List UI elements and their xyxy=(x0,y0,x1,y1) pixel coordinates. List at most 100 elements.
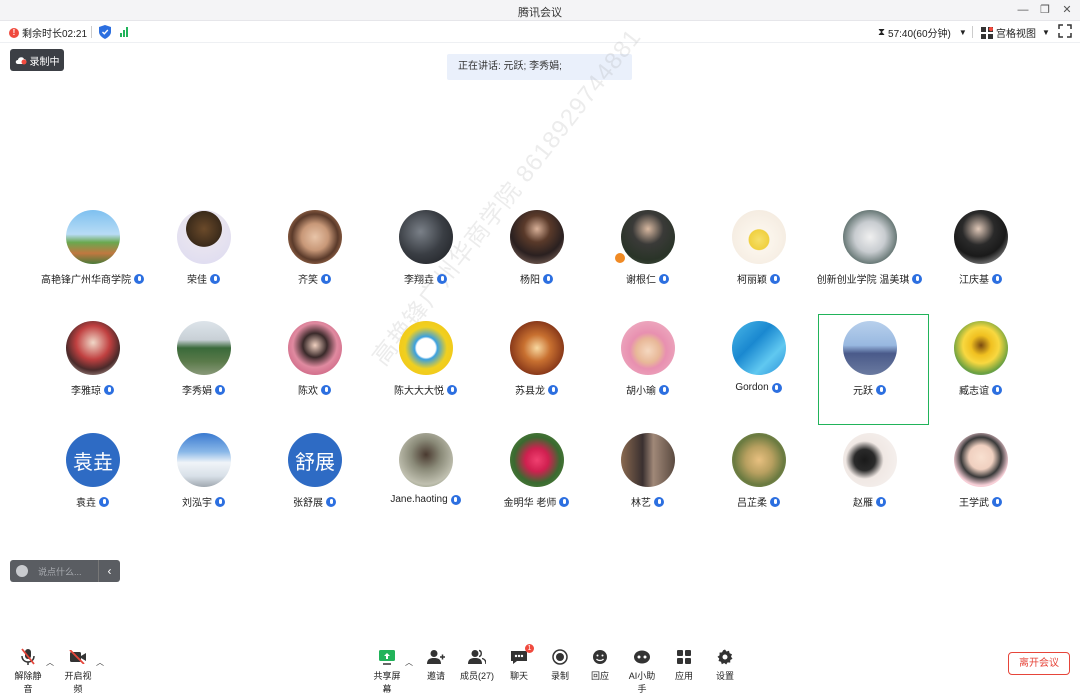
participant-tile[interactable]: 吕芷柔 xyxy=(703,433,814,544)
avatar xyxy=(843,321,897,375)
participant-name: 吕芷柔 xyxy=(737,498,767,509)
participant-tile[interactable]: 陈欢 xyxy=(259,321,370,432)
video-off-icon xyxy=(69,650,86,664)
minimize-button[interactable]: — xyxy=(1014,2,1032,18)
mic-icon xyxy=(654,496,664,507)
participant-tile[interactable]: 高艳锋广州华商学院 xyxy=(37,210,148,321)
reaction-button[interactable]: 回应 xyxy=(583,648,617,682)
participant-tile[interactable]: 荣佳 xyxy=(148,210,259,321)
remaining-time: ! 剩余时长02:21 xyxy=(9,25,87,40)
gear-icon xyxy=(717,649,733,665)
avatar xyxy=(288,210,342,264)
participant-tile[interactable]: 赵雁 xyxy=(814,433,925,544)
share-screen-button[interactable]: 共享屏幕 xyxy=(370,648,404,695)
participant-tile[interactable]: 林艺 xyxy=(592,433,703,544)
participant-tile[interactable]: 李秀娟 xyxy=(148,321,259,432)
video-button[interactable]: 开启视频 xyxy=(61,648,95,695)
participant-tile[interactable]: 江庆基 xyxy=(925,210,1036,321)
restore-button[interactable]: ❐ xyxy=(1036,2,1054,18)
participant-name: 荣佳 xyxy=(187,275,207,286)
participant-name: 柯丽颖 xyxy=(737,275,767,286)
emoji-icon[interactable] xyxy=(16,565,28,577)
unmute-button[interactable]: 解除静音 xyxy=(11,648,45,695)
record-button[interactable]: 录制 xyxy=(543,648,577,682)
participant-name: 林艺 xyxy=(631,498,651,509)
participant-tile[interactable]: 李翔垚 xyxy=(370,210,481,321)
avatar xyxy=(510,210,564,264)
chat-input[interactable]: 说点什么... xyxy=(38,565,98,578)
participant-name: 王学武 xyxy=(959,498,989,509)
recording-badge[interactable]: 录制中 xyxy=(10,49,64,71)
apps-button[interactable]: 应用 xyxy=(667,648,701,682)
signal-icon[interactable] xyxy=(120,26,128,37)
meeting-timer[interactable]: ⧗ 57:40(60分钟) ▼ xyxy=(878,25,967,40)
participant-name: 金明华 老师 xyxy=(503,498,557,509)
window-title: 腾讯会议 xyxy=(518,7,562,19)
mic-icon xyxy=(992,384,1002,395)
participant-tile[interactable]: 陈大大大悦 xyxy=(370,321,481,432)
divider xyxy=(972,26,973,38)
chevron-left-icon[interactable]: ‹ xyxy=(98,560,120,582)
avatar xyxy=(399,210,453,264)
participant-tile[interactable]: 李雅琼 xyxy=(37,321,148,432)
chevron-down-icon: ▼ xyxy=(958,28,967,37)
view-selector[interactable]: 宫格视图 ▼ xyxy=(981,25,1050,40)
close-button[interactable]: ✕ xyxy=(1058,2,1076,18)
grid-view-icon xyxy=(981,26,993,39)
shield-icon[interactable] xyxy=(99,25,111,39)
fullscreen-icon[interactable] xyxy=(1058,24,1072,38)
mic-icon xyxy=(210,273,220,284)
participant-tile[interactable]: 元跃 xyxy=(814,321,925,432)
participant-name: 赵雁 xyxy=(853,498,873,509)
participant-tile[interactable]: 柯丽颖 xyxy=(703,210,814,321)
share-screen-icon xyxy=(379,650,395,665)
invite-label: 邀请 xyxy=(426,671,445,681)
members-button[interactable]: 成员(27) xyxy=(460,648,494,682)
chevron-up-icon[interactable]: ︿ xyxy=(96,657,104,668)
hourglass-icon: ⧗ xyxy=(878,27,886,38)
avatar xyxy=(177,321,231,375)
ai-assistant-button[interactable]: AI小助手 xyxy=(625,648,659,695)
participant-name: 创新创业学院 温美琪 xyxy=(816,275,910,286)
participant-tile[interactable]: 创新创业学院 温美琪 xyxy=(814,210,925,321)
avatar xyxy=(621,321,675,375)
participant-tile[interactable]: 杨阳 xyxy=(481,210,592,321)
settings-button[interactable]: 设置 xyxy=(708,648,742,682)
invite-button[interactable]: 邀请 xyxy=(419,648,453,682)
participant-name: Gordon xyxy=(735,382,769,393)
meeting-info-bar: ! 剩余时长02:21 ⧗ 57:40(60分钟) ▼ 宫格视图 ▼ xyxy=(0,21,1080,43)
avatar xyxy=(621,433,675,487)
avatar xyxy=(954,433,1008,487)
chat-input-box[interactable]: 说点什么... ‹ xyxy=(10,560,120,582)
mic-icon xyxy=(559,496,570,507)
chat-label: 聊天 xyxy=(509,671,528,681)
participant-tile[interactable]: 舒展 张舒展 xyxy=(259,433,370,544)
participant-tile[interactable]: 苏县龙 xyxy=(481,321,592,432)
members-icon xyxy=(468,649,486,665)
participant-tile[interactable]: 臧志谊 xyxy=(925,321,1036,432)
participant-tile[interactable]: 王学武 xyxy=(925,433,1036,544)
mic-icon xyxy=(543,273,553,284)
participant-tile[interactable]: Gordon xyxy=(703,321,814,432)
chevron-up-icon[interactable]: ︿ xyxy=(46,657,54,668)
avatar xyxy=(510,433,564,487)
participant-name: 杨阳 xyxy=(520,275,540,286)
participant-tile[interactable]: 齐笑 xyxy=(259,210,370,321)
view-label: 宫格视图 xyxy=(996,29,1036,40)
divider xyxy=(91,26,92,38)
avatar: 舒展 xyxy=(288,433,342,487)
participant-tile[interactable]: 谢根仁 xyxy=(592,210,703,321)
participant-tile[interactable]: 刘泓宇 xyxy=(148,433,259,544)
participant-tile[interactable]: Jane.haoting xyxy=(370,433,481,544)
speaking-indicator: 正在讲话: 元跃; 李秀娟; xyxy=(447,54,632,80)
chat-button[interactable]: 1 聊天 xyxy=(502,644,536,682)
participant-name: 李秀娟 xyxy=(182,386,212,397)
timer-label: 57:40(60分钟) xyxy=(888,29,951,40)
avatar xyxy=(66,321,120,375)
chevron-up-icon[interactable]: ︿ xyxy=(405,657,413,668)
participant-tile[interactable]: 金明华 老师 xyxy=(481,433,592,544)
participant-tile[interactable]: 胡小瑜 xyxy=(592,321,703,432)
participant-tile[interactable]: 袁垚 袁垚 xyxy=(37,433,148,544)
leave-meeting-button[interactable]: 离开会议 xyxy=(1008,652,1070,675)
mic-icon xyxy=(992,273,1002,284)
